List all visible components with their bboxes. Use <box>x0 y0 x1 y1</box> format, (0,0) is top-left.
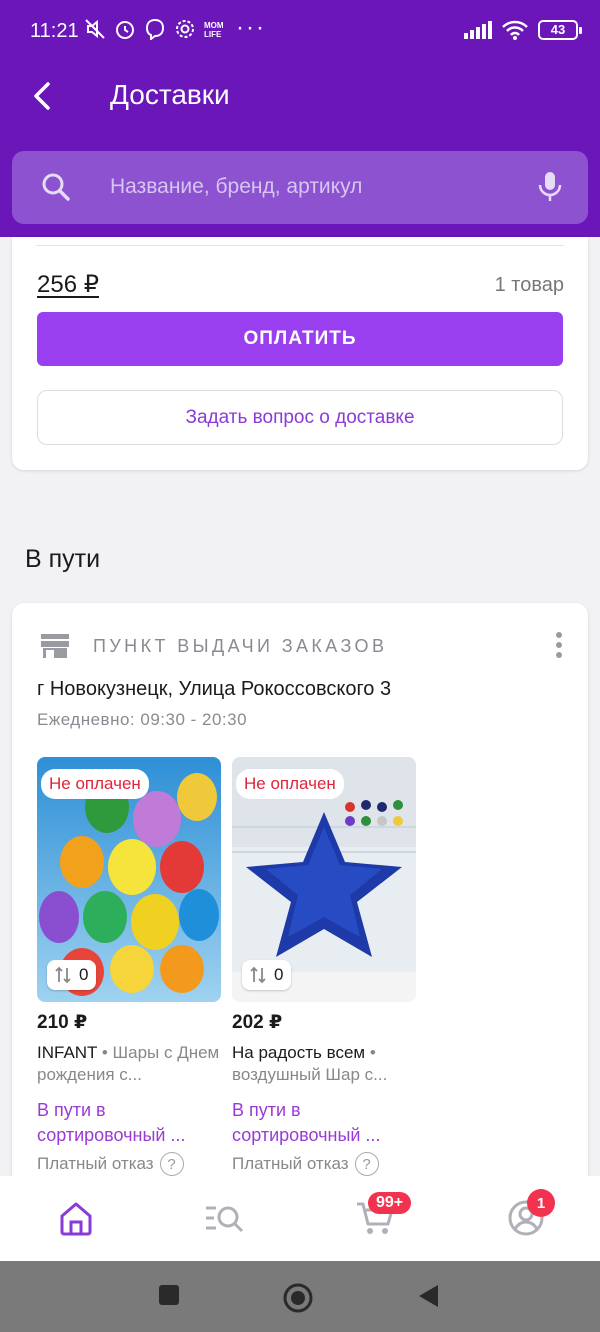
delivery-status: В пути в сортировочный ... <box>232 1100 381 1145</box>
alarm-icon <box>116 21 134 39</box>
svg-text:LIFE: LIFE <box>204 30 222 39</box>
refund-policy: Платный отказ? <box>37 1152 221 1176</box>
total-price[interactable]: 256 ₽ <box>37 270 99 299</box>
product-description: INFANT • Шары с Днем рождения с... <box>37 1042 221 1086</box>
refund-label: Платный отказ <box>232 1154 349 1173</box>
search-input[interactable]: Название, бренд, артикул <box>110 175 362 199</box>
item-count: 1 товар <box>494 274 564 296</box>
mute-icon <box>85 19 105 39</box>
system-status-icons: 43 <box>464 20 582 40</box>
ask-delivery-question-button[interactable]: Задать вопрос о доставке <box>37 390 563 445</box>
profile-notification-badge: 1 <box>527 1189 555 1217</box>
sort-arrows-icon <box>250 966 266 984</box>
help-icon[interactable]: ? <box>159 1152 184 1176</box>
search-bar[interactable]: Название, бренд, артикул <box>12 151 588 224</box>
section-title-in-transit: В пути <box>25 545 101 573</box>
compare-count: 0 <box>274 965 284 984</box>
search-icon <box>42 173 70 201</box>
unpaid-badge: Не оплачен <box>236 769 344 799</box>
status-bar: 11:21 MOM LIFE ··· 43 <box>0 0 600 64</box>
more-notifications-icon: ··· <box>236 14 266 41</box>
viber-icon <box>145 18 165 40</box>
notification-icons: MOM LIFE <box>84 18 230 40</box>
product-description: На радость всем • воздушный Шар с... <box>232 1042 416 1086</box>
signal-icon <box>464 21 492 39</box>
battery-icon: 43 <box>538 20 582 40</box>
cart-count-badge: 99+ <box>368 1192 412 1214</box>
payment-card: 256 ₽ 1 товар ОПЛАТИТЬ Задать вопрос о д… <box>12 237 588 470</box>
compare-count: 0 <box>79 965 89 984</box>
battery-level: 43 <box>550 22 566 37</box>
compare-chip[interactable]: 0 <box>47 960 97 990</box>
pickup-hours: Ежедневно: 09:30 - 20:30 <box>37 710 248 729</box>
wifi-icon <box>502 20 528 40</box>
store-icon <box>41 634 69 658</box>
refund-policy: Платный отказ? <box>232 1152 416 1176</box>
product-price: 202 ₽ <box>232 1012 283 1033</box>
pay-button[interactable]: ОПЛАТИТЬ <box>37 312 563 366</box>
settings-icon <box>176 20 194 38</box>
unpaid-badge: Не оплачен <box>41 769 149 799</box>
product-brand: INFANT <box>37 1043 98 1062</box>
product-price: 210 ₽ <box>37 1012 88 1033</box>
mom-life-icon: MOMLIFE <box>204 21 224 39</box>
product-card[interactable]: Не оплачен 0 210 ₽ INFANT • Шары с Днем … <box>37 757 221 1176</box>
delivery-status: В пути в сортировочный ... <box>37 1100 186 1145</box>
back-arrow-icon[interactable] <box>26 76 62 116</box>
catalog-search-icon[interactable] <box>204 1198 244 1238</box>
bottom-tab-bar: 99+ 1 <box>0 1176 600 1261</box>
more-options-icon[interactable] <box>554 631 564 659</box>
divider <box>36 245 564 246</box>
system-navigation-bar <box>0 1261 600 1332</box>
microphone-icon[interactable] <box>536 170 564 204</box>
pickup-address: г Новокузнецк, Улица Рокоссовского 3 <box>37 678 392 700</box>
delivery-card: ПУНКТ ВЫДАЧИ ЗАКАЗОВ г Новокузнецк, Улиц… <box>12 603 588 1223</box>
home-icon[interactable] <box>56 1198 96 1238</box>
refund-label: Платный отказ <box>37 1154 154 1173</box>
pickup-point-label: ПУНКТ ВЫДАЧИ ЗАКАЗОВ <box>93 636 388 656</box>
compare-chip[interactable]: 0 <box>242 960 292 990</box>
page-title: Доставки <box>110 79 230 110</box>
home-button-icon[interactable] <box>283 1283 313 1313</box>
product-image[interactable]: Не оплачен 0 <box>37 757 221 1002</box>
mom-life-logo-text: MOM <box>204 21 224 30</box>
product-card[interactable]: Не оплачен 0 202 ₽ На радость всем • воз… <box>232 757 416 1176</box>
back-nav-icon[interactable] <box>416 1283 440 1309</box>
status-time: 11:21 <box>30 20 79 42</box>
recent-apps-icon[interactable] <box>157 1283 181 1307</box>
product-image[interactable]: Не оплачен 0 <box>232 757 416 1002</box>
sort-arrows-icon <box>55 966 71 984</box>
product-brand: На радость всем <box>232 1043 366 1062</box>
app-header: 11:21 MOM LIFE ··· 43 Доставки Название, … <box>0 0 600 237</box>
help-icon[interactable]: ? <box>354 1152 379 1176</box>
